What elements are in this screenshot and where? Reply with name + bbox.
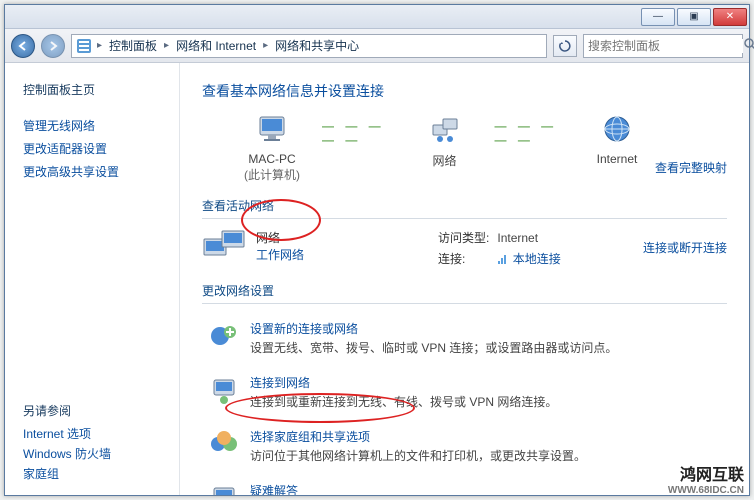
- sidebar-link-adapter[interactable]: 更改适配器设置: [23, 140, 169, 157]
- window-titlebar: — ▣ ✕: [5, 5, 749, 29]
- section-active-networks: 查看活动网络: [202, 197, 727, 214]
- setting-title: 疑难解答: [250, 482, 490, 495]
- setting-connect-network[interactable]: 连接到网络 连接到或重新连接到无线、有线、拨号或 VPN 网络连接。: [202, 368, 727, 422]
- search-icon: [743, 37, 754, 54]
- active-network-block: 网络 工作网络 访问类型: Internet 连接:: [202, 229, 727, 272]
- map-node-this-pc[interactable]: MAC-PC (此计算机): [222, 113, 322, 183]
- map-internet-label: Internet: [597, 152, 638, 166]
- address-bar: ▸ 控制面板 ▸ 网络和 Internet ▸ 网络和共享中心: [5, 29, 749, 63]
- chevron-right-icon: ▸: [163, 40, 170, 51]
- network-icon: [202, 229, 246, 272]
- crumb-control-panel[interactable]: 控制面板: [107, 37, 159, 54]
- nav-back-button[interactable]: [11, 34, 35, 58]
- crumb-sharing-center[interactable]: 网络和共享中心: [273, 37, 361, 54]
- map-connector: — — — — —: [322, 113, 395, 153]
- minimize-button[interactable]: —: [641, 8, 675, 26]
- link-view-full-map[interactable]: 查看完整映射: [655, 159, 727, 176]
- sidebar-link-advanced-sharing[interactable]: 更改高级共享设置: [23, 163, 169, 180]
- connection-link[interactable]: 本地连接: [513, 252, 561, 266]
- divider: [202, 303, 727, 304]
- setting-desc: 连接到或重新连接到无线、有线、拨号或 VPN 网络连接。: [250, 393, 557, 410]
- chevron-right-icon: ▸: [96, 40, 103, 51]
- settings-list: 设置新的连接或网络 设置无线、宽带、拨号、临时或 VPN 连接；或设置路由器或访…: [202, 314, 727, 495]
- setting-title: 连接到网络: [250, 374, 557, 391]
- sidebar: 控制面板主页 管理无线网络 更改适配器设置 更改高级共享设置 另请参阅 Inte…: [5, 63, 180, 495]
- setting-desc: 设置无线、宽带、拨号、临时或 VPN 连接；或设置路由器或访问点。: [250, 339, 617, 356]
- sidebar-home[interactable]: 控制面板主页: [23, 81, 169, 98]
- sidebar-seealso-header: 另请参阅: [23, 402, 169, 419]
- main-content: 查看基本网络信息并设置连接 查看完整映射 连接或断开连接 MAC-PC (此计算…: [180, 63, 749, 495]
- computer-icon: [256, 113, 288, 148]
- breadcrumb[interactable]: ▸ 控制面板 ▸ 网络和 Internet ▸ 网络和共享中心: [71, 34, 547, 58]
- connections-label: 连接:: [438, 250, 497, 271]
- access-type-value: Internet: [497, 229, 560, 250]
- maximize-button[interactable]: ▣: [677, 8, 711, 26]
- map-pc-sublabel: (此计算机): [244, 166, 300, 183]
- sidebar-link-firewall[interactable]: Windows 防火墙: [23, 445, 169, 462]
- setting-desc: 访问位于其他网络计算机上的文件和打印机，或更改共享设置。: [250, 447, 586, 464]
- sidebar-link-homegroup[interactable]: 家庭组: [23, 465, 169, 482]
- connect-network-icon: [208, 374, 240, 410]
- active-network-type-link[interactable]: 工作网络: [256, 246, 304, 263]
- setting-new-connection[interactable]: 设置新的连接或网络 设置无线、宽带、拨号、临时或 VPN 连接；或设置路由器或访…: [202, 314, 727, 368]
- network-map: MAC-PC (此计算机) — — — — — 网络 — — — — — Int…: [202, 113, 727, 183]
- homegroup-icon: [208, 428, 240, 464]
- map-pc-label: MAC-PC: [248, 152, 295, 166]
- divider: [202, 218, 727, 219]
- close-button[interactable]: ✕: [713, 8, 747, 26]
- signal-icon: [497, 254, 512, 268]
- page-title: 查看基本网络信息并设置连接: [202, 81, 727, 101]
- search-input[interactable]: [588, 39, 743, 53]
- sidebar-link-internet-options[interactable]: Internet 选项: [23, 425, 169, 442]
- new-connection-icon: [208, 320, 240, 356]
- network-icon: [429, 113, 461, 148]
- map-node-internet[interactable]: Internet: [567, 113, 667, 166]
- crumb-network-internet[interactable]: 网络和 Internet: [174, 37, 258, 54]
- sidebar-link-wireless[interactable]: 管理无线网络: [23, 117, 169, 134]
- setting-title: 设置新的连接或网络: [250, 320, 617, 337]
- refresh-button[interactable]: [553, 35, 577, 57]
- access-type-label: 访问类型:: [438, 229, 497, 250]
- setting-homegroup-sharing[interactable]: 选择家庭组和共享选项 访问位于其他网络计算机上的文件和打印机，或更改共享设置。: [202, 422, 727, 476]
- map-connector: — — — — —: [495, 113, 568, 153]
- nav-forward-button[interactable]: [41, 34, 65, 58]
- setting-troubleshoot[interactable]: 疑难解答 诊断并修复网络问题，或获得故障排除信息。: [202, 476, 727, 495]
- troubleshoot-icon: [208, 482, 240, 495]
- active-network-name: 网络: [256, 229, 304, 246]
- map-node-network[interactable]: 网络: [395, 113, 495, 169]
- chevron-right-icon: ▸: [262, 40, 269, 51]
- control-panel-icon: [76, 38, 92, 54]
- search-box[interactable]: [583, 34, 743, 58]
- section-change-settings: 更改网络设置: [202, 282, 727, 299]
- map-network-label: 网络: [432, 152, 456, 169]
- setting-title: 选择家庭组和共享选项: [250, 428, 586, 445]
- globe-icon: [601, 113, 633, 148]
